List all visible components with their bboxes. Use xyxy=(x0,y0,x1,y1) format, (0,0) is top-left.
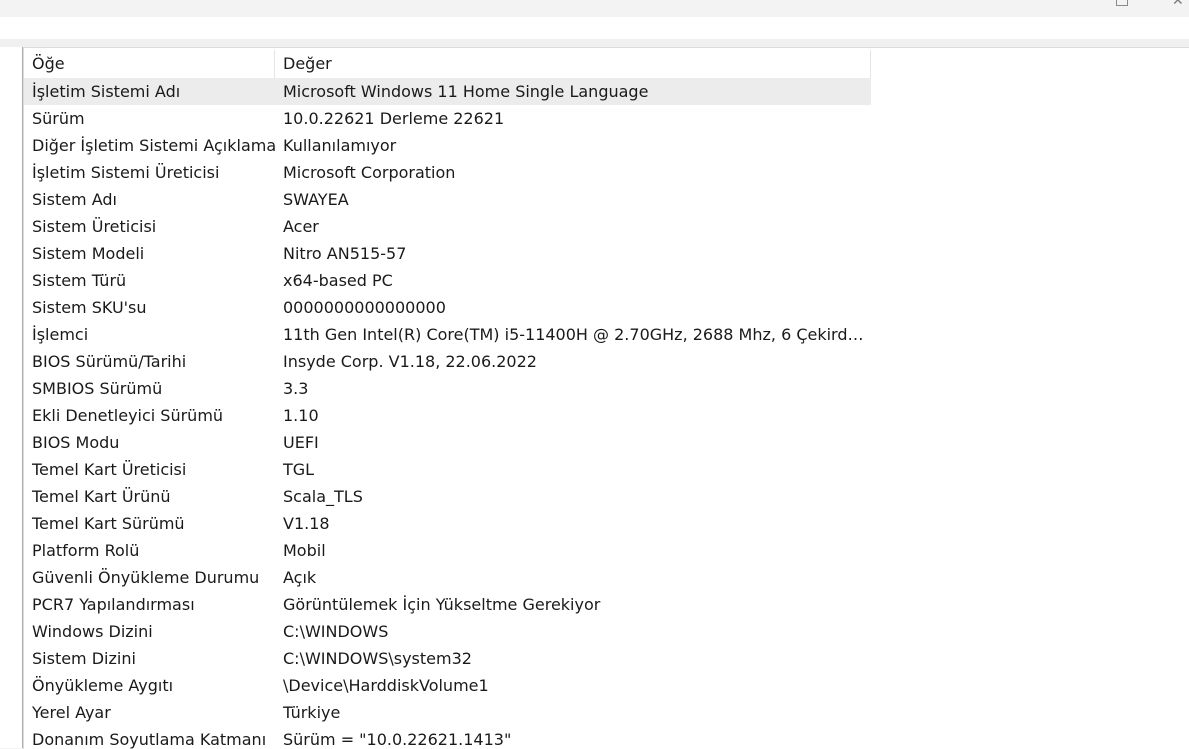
list-row[interactable]: BIOS Sürümü/Tarihi Insyde Corp. V1.18, 22… xyxy=(24,348,871,375)
row-item-value: Sürüm = "10.0.22621.1413" xyxy=(283,730,512,749)
maximize-icon[interactable] xyxy=(1116,0,1128,6)
row-item-label: Sistem Adı xyxy=(32,190,117,209)
row-item-value: Microsoft Windows 11 Home Single Languag… xyxy=(283,82,649,101)
row-item-label: Yerel Ayar xyxy=(32,703,111,722)
list-row[interactable]: Sistem Modeli Nitro AN515-57 xyxy=(24,240,871,267)
row-item-value: Microsoft Corporation xyxy=(283,163,456,182)
list-row[interactable]: Ekli Denetleyici Sürümü 1.10 xyxy=(24,402,871,429)
row-item-label: Platform Rolü xyxy=(32,541,140,560)
list-row[interactable]: PCR7 Yapılandırması Görüntülemek İçin Yük… xyxy=(24,591,871,618)
list-row[interactable]: BIOS Modu UEFI xyxy=(24,429,871,456)
list-rows: İşletim Sistemi Adı Microsoft Windows 11 … xyxy=(24,78,871,749)
row-item-value: 11th Gen Intel(R) Core(TM) i5-11400H @ 2… xyxy=(283,325,871,344)
row-item-label: Sistem Dizini xyxy=(32,649,136,668)
list-row[interactable]: Donanım Soyutlama Katmanı Sürüm = "10.0.2… xyxy=(24,726,871,749)
row-item-value: 10.0.22621 Derleme 22621 xyxy=(283,109,505,128)
list-row[interactable]: Güvenli Önyükleme Durumu Açık xyxy=(24,564,871,591)
column-header-value[interactable]: Değer xyxy=(275,50,871,78)
row-item-label: BIOS Modu xyxy=(32,433,120,452)
list-row[interactable]: Yerel Ayar Türkiye xyxy=(24,699,871,726)
row-item-label: Sistem Türü xyxy=(32,271,127,290)
title-bar: ✕ xyxy=(0,0,1189,17)
row-item-label: Sürüm xyxy=(32,109,85,128)
list-row[interactable]: Sistem Dizini C:\WINDOWS\system32 xyxy=(24,645,871,672)
list-row[interactable]: Temel Kart Sürümü V1.18 xyxy=(24,510,871,537)
list-row[interactable]: İşletim Sistemi Üreticisi Microsoft Corpo… xyxy=(24,159,871,186)
row-item-label: İşlemci xyxy=(32,325,89,344)
list-row[interactable]: Temel Kart Ürünü Scala_TLS xyxy=(24,483,871,510)
row-item-value: Scala_TLS xyxy=(283,487,363,506)
row-item-value: Açık xyxy=(283,568,317,587)
row-item-label: Ekli Denetleyici Sürümü xyxy=(32,406,224,425)
row-item-value: Nitro AN515-57 xyxy=(283,244,407,263)
row-item-label: Önyükleme Aygıtı xyxy=(32,676,174,695)
row-item-value: Kullanılamıyor xyxy=(283,136,397,155)
list-row[interactable]: Sistem SKU'su 0000000000000000 xyxy=(24,294,871,321)
row-item-value: C:\WINDOWS\system32 xyxy=(283,649,472,668)
row-item-label: İşletim Sistemi Adı xyxy=(32,82,181,101)
close-icon[interactable]: ✕ xyxy=(1172,0,1184,8)
system-summary-list[interactable]: Öğe Değer İşletim Sistemi Adı Microsoft W… xyxy=(23,47,1189,749)
row-item-label: BIOS Sürümü/Tarihi xyxy=(32,352,187,371)
list-row[interactable]: Sistem Üreticisi Acer xyxy=(24,213,871,240)
row-item-label: Sistem Modeli xyxy=(32,244,145,263)
row-item-value: Insyde Corp. V1.18, 22.06.2022 xyxy=(283,352,537,371)
list-row[interactable]: Sistem Adı SWAYEA xyxy=(24,186,871,213)
list-row[interactable]: Temel Kart Üreticisi TGL xyxy=(24,456,871,483)
column-header-item[interactable]: Öğe xyxy=(24,50,275,78)
row-item-value: 3.3 xyxy=(283,379,309,398)
row-item-label: Windows Dizini xyxy=(32,622,153,641)
row-item-label: Temel Kart Ürünü xyxy=(32,487,171,506)
list-row[interactable]: İşlemci 11th Gen Intel(R) Core(TM) i5-114… xyxy=(24,321,871,348)
row-item-label: Diğer İşletim Sistemi Açıklaması xyxy=(32,136,275,155)
row-item-value: Görüntülemek İçin Yükseltme Gerekiyor xyxy=(283,595,601,614)
category-tree-pane[interactable] xyxy=(0,47,23,748)
list-row[interactable]: Platform Rolü Mobil xyxy=(24,537,871,564)
toolbar-strip xyxy=(0,17,1189,39)
row-item-label: Temel Kart Sürümü xyxy=(32,514,185,533)
row-item-label: PCR7 Yapılandırması xyxy=(32,595,195,614)
list-row[interactable]: İşletim Sistemi Adı Microsoft Windows 11 … xyxy=(24,78,871,105)
row-item-label: Donanım Soyutlama Katmanı xyxy=(32,730,267,749)
list-row[interactable]: SMBIOS Sürümü 3.3 xyxy=(24,375,871,402)
row-item-label: SMBIOS Sürümü xyxy=(32,379,163,398)
row-item-label: Güvenli Önyükleme Durumu xyxy=(32,568,260,587)
list-row[interactable]: Sürüm 10.0.22621 Derleme 22621 xyxy=(24,105,871,132)
row-item-label: Sistem SKU'su xyxy=(32,298,147,317)
row-item-value: Acer xyxy=(283,217,319,236)
row-item-value: C:\WINDOWS xyxy=(283,622,389,641)
row-item-value: x64-based PC xyxy=(283,271,393,290)
row-item-label: Temel Kart Üreticisi xyxy=(32,460,187,479)
row-item-value: TGL xyxy=(283,460,315,479)
list-row[interactable]: Sistem Türü x64-based PC xyxy=(24,267,871,294)
row-item-value: Mobil xyxy=(283,541,326,560)
list-row[interactable]: Diğer İşletim Sistemi Açıklaması Kullanıl… xyxy=(24,132,871,159)
list-header: Öğe Değer xyxy=(24,50,871,78)
row-item-value: V1.18 xyxy=(283,514,330,533)
row-item-label: İşletim Sistemi Üreticisi xyxy=(32,163,220,182)
row-item-value: UEFI xyxy=(283,433,319,452)
list-row[interactable]: Windows Dizini C:\WINDOWS xyxy=(24,618,871,645)
row-item-value: Türkiye xyxy=(283,703,341,722)
pane-divider[interactable] xyxy=(0,39,1189,47)
row-item-label: Sistem Üreticisi xyxy=(32,217,157,236)
row-item-value: \Device\HarddiskVolume1 xyxy=(283,676,489,695)
row-item-value: SWAYEA xyxy=(283,190,349,209)
list-row[interactable]: Önyükleme Aygıtı \Device\HarddiskVolume1 xyxy=(24,672,871,699)
row-item-value: 1.10 xyxy=(283,406,319,425)
row-item-value: 0000000000000000 xyxy=(283,298,446,317)
